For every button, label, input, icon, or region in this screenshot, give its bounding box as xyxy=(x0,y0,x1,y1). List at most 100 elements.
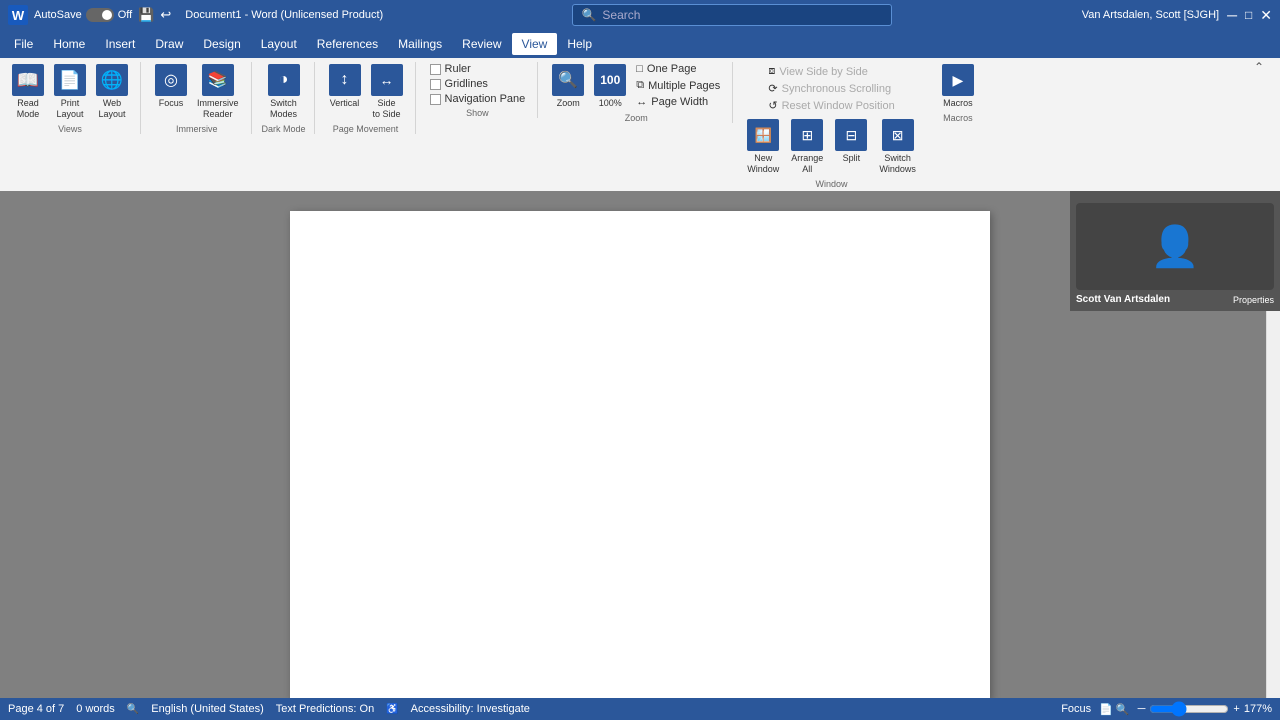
macros-buttons: ▶ Macros xyxy=(938,62,978,111)
menu-help[interactable]: Help xyxy=(557,33,602,55)
ribbon-group-dark: ◑ SwitchModes Dark Mode xyxy=(262,62,315,134)
zoom-btn[interactable]: 🔍 Zoom xyxy=(548,62,588,111)
side-to-side-label: Sideto Side xyxy=(373,98,401,120)
read-mode-btn[interactable]: 📖 ReadMode xyxy=(8,62,48,122)
app-window: W AutoSave Off 💾 ↩ Document1 - Word (Unl… xyxy=(0,0,1280,720)
ribbon-group-views: 📖 ReadMode 📄 PrintLayout 🌐 WebLayout Vie… xyxy=(8,62,141,134)
side-to-side-btn[interactable]: ↔ Sideto Side xyxy=(367,62,407,122)
immersive-buttons: ◎ Focus 📚 ImmersiveReader xyxy=(151,62,243,122)
dark-group-label: Dark Mode xyxy=(262,124,306,134)
menu-file[interactable]: File xyxy=(4,33,43,55)
arrange-all-label: ArrangeAll xyxy=(791,153,823,175)
word-icon: W xyxy=(8,5,28,25)
menu-view[interactable]: View xyxy=(512,33,558,55)
page-info: Page 4 of 7 xyxy=(8,703,64,715)
menu-home[interactable]: Home xyxy=(43,33,95,55)
reset-window-btn[interactable]: ↺ Reset Window Position xyxy=(764,98,898,113)
menu-references[interactable]: References xyxy=(307,33,388,55)
show-group-label: Show xyxy=(466,108,489,118)
zoom-out-btn[interactable]: ─ xyxy=(1138,703,1146,715)
dark-buttons: ◑ SwitchModes xyxy=(264,62,304,122)
split-label: Split xyxy=(843,153,861,164)
minimize-icon[interactable]: ─ xyxy=(1227,7,1237,23)
switch-windows-btn[interactable]: ⊠ SwitchWindows xyxy=(875,117,920,177)
menu-review[interactable]: Review xyxy=(452,33,511,55)
title-bar: W AutoSave Off 💾 ↩ Document1 - Word (Unl… xyxy=(0,0,1280,30)
menu-insert[interactable]: Insert xyxy=(95,33,145,55)
zoom-in-btn[interactable]: + xyxy=(1233,703,1239,715)
print-layout-btn[interactable]: 📄 PrintLayout xyxy=(50,62,90,122)
reset-window-label: Reset Window Position xyxy=(782,100,895,112)
movement-group-label: Page Movement xyxy=(333,124,399,134)
restore-icon[interactable]: □ xyxy=(1245,8,1252,22)
zoom-page-btns: □ One Page ⧉ Multiple Pages ↔ Page Width xyxy=(632,62,724,109)
view-mode-icons: 📄 🔍 xyxy=(1099,703,1129,716)
ruler-label: Ruler xyxy=(445,63,471,75)
navpane-checkbox-row[interactable]: Navigation Pane xyxy=(426,92,530,106)
arrange-all-icon: ⊞ xyxy=(791,119,823,151)
page-width-label: Page Width xyxy=(651,96,708,108)
navpane-checkbox[interactable] xyxy=(430,94,441,105)
menu-mailings[interactable]: Mailings xyxy=(388,33,452,55)
multiple-pages-btn[interactable]: ⧉ Multiple Pages xyxy=(632,78,724,93)
track-changes-icon: 🔍 xyxy=(127,704,139,715)
arrange-all-btn[interactable]: ⊞ ArrangeAll xyxy=(787,117,827,177)
gridlines-label: Gridlines xyxy=(445,78,488,90)
webcam-footer: Scott Van Artsdalen Properties xyxy=(1076,294,1274,305)
webcam-video: 👤 Scott Van Artsdalen Properties xyxy=(1070,191,1280,311)
doc-title: Document1 - Word (Unlicensed Product) xyxy=(185,9,383,21)
autosave-toggle-switch[interactable] xyxy=(86,8,114,22)
ruler-checkbox[interactable] xyxy=(430,64,441,75)
vertical-btn[interactable]: ↕ Vertical xyxy=(325,62,365,111)
focus-btn-status[interactable]: Focus xyxy=(1061,703,1091,715)
macros-label: Macros xyxy=(943,98,973,109)
search-bar[interactable]: 🔍 Search xyxy=(572,4,892,26)
menu-design[interactable]: Design xyxy=(193,33,250,55)
immersive-reader-btn[interactable]: 📚 ImmersiveReader xyxy=(193,62,243,122)
user-name: Van Artsdalen, Scott [SJGH] xyxy=(1082,9,1219,21)
window-btns: ⧈ View Side by Side ⟳ Synchronous Scroll… xyxy=(764,64,898,113)
immersive-reader-label: ImmersiveReader xyxy=(197,98,239,120)
word-count: 0 words xyxy=(76,703,115,715)
zoom-100-btn[interactable]: 100 100% xyxy=(590,62,630,111)
close-icon[interactable]: ✕ xyxy=(1260,7,1272,24)
web-layout-label: WebLayout xyxy=(98,98,125,120)
ribbon-collapse-btn[interactable]: ⌃ xyxy=(1254,60,1264,74)
webcam-face: 👤 xyxy=(1076,203,1274,289)
switch-modes-btn[interactable]: ◑ SwitchModes xyxy=(264,62,304,122)
menu-draw[interactable]: Draw xyxy=(145,33,193,55)
one-page-btn[interactable]: □ One Page xyxy=(632,62,724,76)
search-icon: 🔍 xyxy=(581,8,596,22)
print-layout-icon: 📄 xyxy=(54,64,86,96)
web-layout-btn[interactable]: 🌐 WebLayout xyxy=(92,62,132,122)
ribbon-group-show: Ruler Gridlines Navigation Pane Show xyxy=(426,62,539,118)
gridlines-checkbox[interactable] xyxy=(430,79,441,90)
view-side-by-side-btn[interactable]: ⧈ View Side by Side xyxy=(764,64,898,79)
autosave-label: AutoSave xyxy=(34,9,82,21)
sync-scroll-btn[interactable]: ⟳ Synchronous Scrolling xyxy=(764,81,898,96)
movement-buttons: ↕ Vertical ↔ Sideto Side xyxy=(325,62,407,122)
person-silhouette: 👤 xyxy=(1150,223,1200,270)
window-group-label: Window xyxy=(816,179,848,189)
zoom-slider-input[interactable] xyxy=(1149,701,1229,717)
save-icon[interactable]: 💾 xyxy=(138,7,154,23)
title-bar-right: Van Artsdalen, Scott [SJGH] ─ □ ✕ xyxy=(1082,7,1272,24)
focus-btn[interactable]: ◎ Focus xyxy=(151,62,191,111)
macros-btn[interactable]: ▶ Macros xyxy=(938,62,978,111)
page-width-btn[interactable]: ↔ Page Width xyxy=(632,95,724,109)
document-page xyxy=(290,211,990,700)
new-window-btn[interactable]: 🪟 NewWindow xyxy=(743,117,783,177)
vertical-icon: ↕ xyxy=(329,64,361,96)
split-btn[interactable]: ⊟ Split xyxy=(831,117,871,177)
view-side-by-side-label: View Side by Side xyxy=(779,66,867,78)
switch-windows-label: SwitchWindows xyxy=(879,153,916,175)
menu-layout[interactable]: Layout xyxy=(251,33,307,55)
accessibility-icon: ♿ xyxy=(386,704,398,715)
gridlines-checkbox-row[interactable]: Gridlines xyxy=(426,77,530,91)
autosave-toggle[interactable]: AutoSave Off xyxy=(34,8,132,22)
ribbon-group-zoom: 🔍 Zoom 100 100% □ One Page ⧉ xyxy=(548,62,733,123)
new-window-icon: 🪟 xyxy=(747,119,779,151)
ruler-checkbox-row[interactable]: Ruler xyxy=(426,62,530,76)
page-width-icon: ↔ xyxy=(636,96,647,108)
undo-icon[interactable]: ↩ xyxy=(160,7,171,23)
